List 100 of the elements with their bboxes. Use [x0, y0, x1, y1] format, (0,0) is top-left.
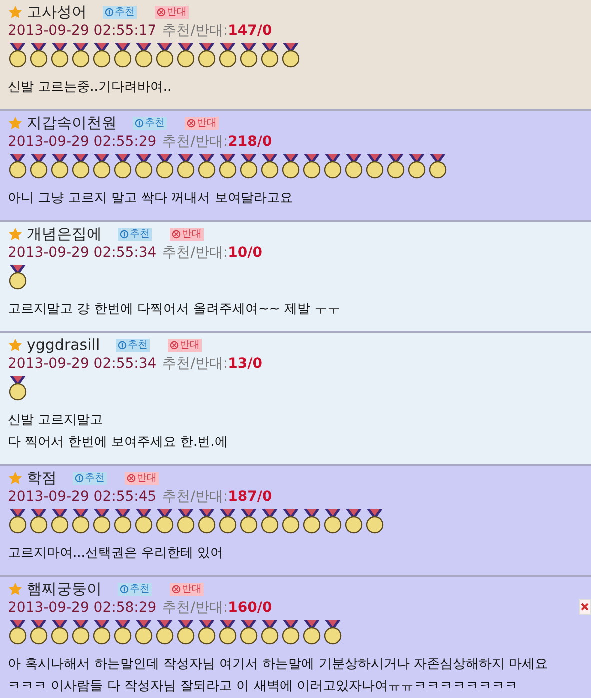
vote-count: 218/0 — [228, 134, 272, 150]
medal-icon — [29, 508, 49, 534]
medal-icon — [218, 42, 238, 68]
medal-icon — [134, 153, 154, 179]
medal-icon — [8, 153, 28, 179]
comment-date: 2013-09-29 02:58:29 — [8, 600, 157, 616]
comment-text: 고르지마여...선택권은 우리한테 있어 — [8, 545, 225, 563]
medal-icon — [92, 508, 112, 534]
author-name: 고사성어 — [27, 2, 87, 22]
comment-date: 2013-09-29 02:55:34 — [8, 356, 157, 372]
oppose-button[interactable]: 반대 — [170, 228, 204, 240]
star-icon — [8, 116, 23, 130]
medal-icon — [155, 153, 175, 179]
medal-icon — [50, 508, 70, 534]
medal-icon — [386, 153, 406, 179]
medal-icon — [29, 42, 49, 68]
medal-icon — [71, 42, 91, 68]
vote-label: 추천/반대: — [162, 244, 228, 262]
medal-icon — [197, 619, 217, 645]
x-circle-icon — [157, 8, 166, 16]
close-icon — [580, 602, 590, 612]
medal-icon — [239, 508, 259, 534]
medal-icon — [218, 508, 238, 534]
recommend-button[interactable]: 추천 — [73, 472, 107, 484]
medal-icon — [407, 153, 427, 179]
medal-icon — [50, 619, 70, 645]
medal-icon — [197, 42, 217, 68]
medal-icon — [260, 619, 280, 645]
recommend-button[interactable]: 추천 — [116, 338, 150, 352]
x-circle-icon — [172, 230, 181, 238]
star-icon — [8, 582, 23, 596]
medal-icon — [281, 619, 301, 645]
medal-icon — [92, 619, 112, 645]
medal-icon — [281, 153, 301, 179]
medal-icon — [50, 42, 70, 68]
x-circle-icon — [170, 340, 180, 350]
medal-icon — [344, 508, 364, 534]
medal-icon — [260, 508, 280, 534]
close-button[interactable] — [579, 599, 591, 615]
star-icon — [8, 226, 23, 242]
medal-icon — [92, 153, 112, 179]
comment-text: 다 찍어서 한번에 보여주세요 한.번.에 — [8, 434, 229, 452]
oppose-button[interactable]: 반대 — [168, 338, 202, 352]
author-name: 학점 — [27, 468, 57, 488]
comment-date: 2013-09-29 02:55:17 — [8, 23, 157, 39]
comment-text: 고르지말고 걍 한번에 다찍어서 올려주세여~~ 제발 ㅜㅜ — [8, 301, 342, 319]
medal-icon — [113, 508, 133, 534]
author-name: yggdrasill — [27, 336, 100, 354]
info-icon — [120, 230, 129, 238]
recommend-button[interactable]: 추천 — [118, 228, 152, 240]
medal-icon — [239, 619, 259, 645]
x-circle-icon — [127, 474, 136, 482]
recommend-button[interactable]: 추천 — [118, 582, 152, 596]
medal-icon — [113, 619, 133, 645]
medal-icon — [8, 619, 28, 645]
info-icon — [135, 118, 144, 128]
medal-icon — [29, 153, 49, 179]
info-icon — [120, 584, 129, 594]
medal-icon — [197, 508, 217, 534]
medal-icon — [8, 375, 28, 401]
recommend-button[interactable]: 추천 — [133, 116, 167, 130]
info-icon — [105, 8, 114, 16]
medal-icon — [134, 619, 154, 645]
comment-text: ㅋㅋㅋ 이사람들 다 작성자님 잘되라고 이 새벽에 이러고있자나여ㅠㅠㅋㅋㅋㅋㅋㅋㅋㅋ — [8, 678, 519, 696]
recommend-button[interactable]: 추천 — [103, 6, 137, 18]
comment-text: 신발 고르는중..기다려바여.. — [8, 79, 173, 97]
medal-icon — [344, 153, 364, 179]
medal-icon — [155, 42, 175, 68]
medal-icon — [260, 42, 280, 68]
medal-icon — [428, 153, 448, 179]
medal-icon — [197, 153, 217, 179]
medal-icon — [365, 153, 385, 179]
vote-label: 추천/반대: — [162, 488, 228, 506]
medal-icon — [29, 619, 49, 645]
star-icon — [8, 4, 23, 20]
medal-icon — [239, 42, 259, 68]
medal-icon — [8, 508, 28, 534]
oppose-button[interactable]: 반대 — [170, 582, 204, 596]
medal-icon — [323, 153, 343, 179]
vote-label: 추천/반대: — [162, 355, 228, 373]
oppose-button[interactable]: 반대 — [185, 116, 219, 130]
oppose-button[interactable]: 반대 — [125, 472, 159, 484]
medal-icon — [92, 42, 112, 68]
vote-count: 147/0 — [228, 23, 272, 39]
oppose-button[interactable]: 반대 — [155, 6, 189, 18]
medal-icon — [176, 619, 196, 645]
medal-icon — [8, 264, 28, 290]
info-icon — [118, 340, 128, 350]
vote-count: 160/0 — [228, 600, 272, 616]
medal-icon — [155, 619, 175, 645]
comment-text: 아 혹시나해서 하는말인데 작성자님 여기서 하는말에 기분상하시거나 자존심상해하지 마세요 — [8, 656, 550, 674]
medal-icon — [134, 42, 154, 68]
comment-text: 신발 고르지말고 — [8, 412, 104, 430]
medal-icon — [176, 42, 196, 68]
medal-icon — [218, 619, 238, 645]
medal-icon — [8, 42, 28, 68]
medal-icon — [71, 508, 91, 534]
vote-count: 10/0 — [228, 245, 262, 261]
medal-icon — [176, 153, 196, 179]
medal-icon — [281, 508, 301, 534]
